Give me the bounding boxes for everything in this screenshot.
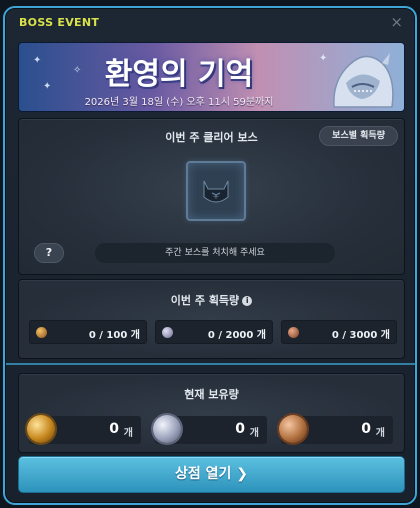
- close-icon[interactable]: ×: [390, 13, 403, 31]
- weekly-gain-panel: 이번 주 획득량 i 0 / 100 개 0 / 2000 개 0 / 3000 …: [18, 279, 405, 359]
- holding-value: 0: [361, 421, 371, 437]
- holding-value: 0: [235, 421, 245, 437]
- holdings-panel: 현재 보유량 0 개 0 개 0 개: [18, 373, 405, 453]
- svg-text:+: +: [213, 192, 220, 201]
- weekly-gain-value: 0 / 3000 개: [331, 330, 390, 341]
- by-boss-button[interactable]: 보스별 획득량: [319, 126, 398, 146]
- bronze-coin-icon: [288, 327, 299, 338]
- hooded-creature-icon: [333, 53, 394, 108]
- holding-unit: 개: [375, 428, 385, 439]
- open-shop-button[interactable]: 상점 열기 ❯: [18, 456, 405, 493]
- titlebar: BOSS EVENT ×: [5, 8, 415, 38]
- silver-medal-icon: [153, 415, 181, 443]
- holding-item: 0 개: [153, 415, 267, 444]
- bronze-medal-icon: [279, 415, 307, 443]
- boss-event-window: BOSS EVENT × ✦ ✧ ✦ ✦ 환영의 기억 2026년 3월 18일…: [3, 6, 417, 505]
- weekly-gain-title-text: 이번 주 획득량: [170, 294, 240, 307]
- holding-value: 0: [109, 421, 119, 437]
- boss-hint-text: 주간 보스를 처치해 주세요: [95, 243, 335, 263]
- clear-boss-panel: 이번 주 클리어 보스 보스별 획득량 + ? 주간 보스를 처치해 주세요: [18, 118, 405, 275]
- silver-coin-icon: [162, 327, 173, 338]
- weekly-gain-value: 0 / 100 개: [88, 330, 140, 341]
- weekly-gain-title: 이번 주 획득량 i: [19, 292, 404, 308]
- weekly-gain-item: 0 / 100 개: [29, 320, 147, 344]
- help-button[interactable]: ?: [34, 243, 64, 263]
- window-title: BOSS EVENT: [19, 16, 100, 29]
- info-icon[interactable]: i: [242, 296, 253, 306]
- banner-date: 2026년 3월 18일 (수) 오후 11시 59분까지: [84, 97, 274, 108]
- section-divider: [6, 363, 416, 365]
- weekly-gain-item: 0 / 3000 개: [281, 320, 397, 344]
- gold-medal-icon: [27, 415, 55, 443]
- gold-coin-icon: [36, 327, 47, 338]
- holding-unit: 개: [249, 428, 259, 439]
- holding-item: 0 개: [279, 415, 393, 444]
- boss-slot[interactable]: +: [186, 161, 246, 221]
- weekly-gain-item: 0 / 2000 개: [155, 320, 273, 344]
- event-banner: ✦ ✧ ✦ ✦ 환영의 기억 2026년 3월 18일 (수) 오후 11시 5…: [18, 42, 405, 112]
- weekly-gain-value: 0 / 2000 개: [207, 330, 266, 341]
- boss-emblem-icon: +: [203, 180, 229, 203]
- holding-unit: 개: [123, 428, 133, 439]
- holdings-title: 현재 보유량: [184, 388, 239, 401]
- holding-item: 0 개: [27, 415, 141, 444]
- banner-title: 환영의 기억: [104, 57, 254, 92]
